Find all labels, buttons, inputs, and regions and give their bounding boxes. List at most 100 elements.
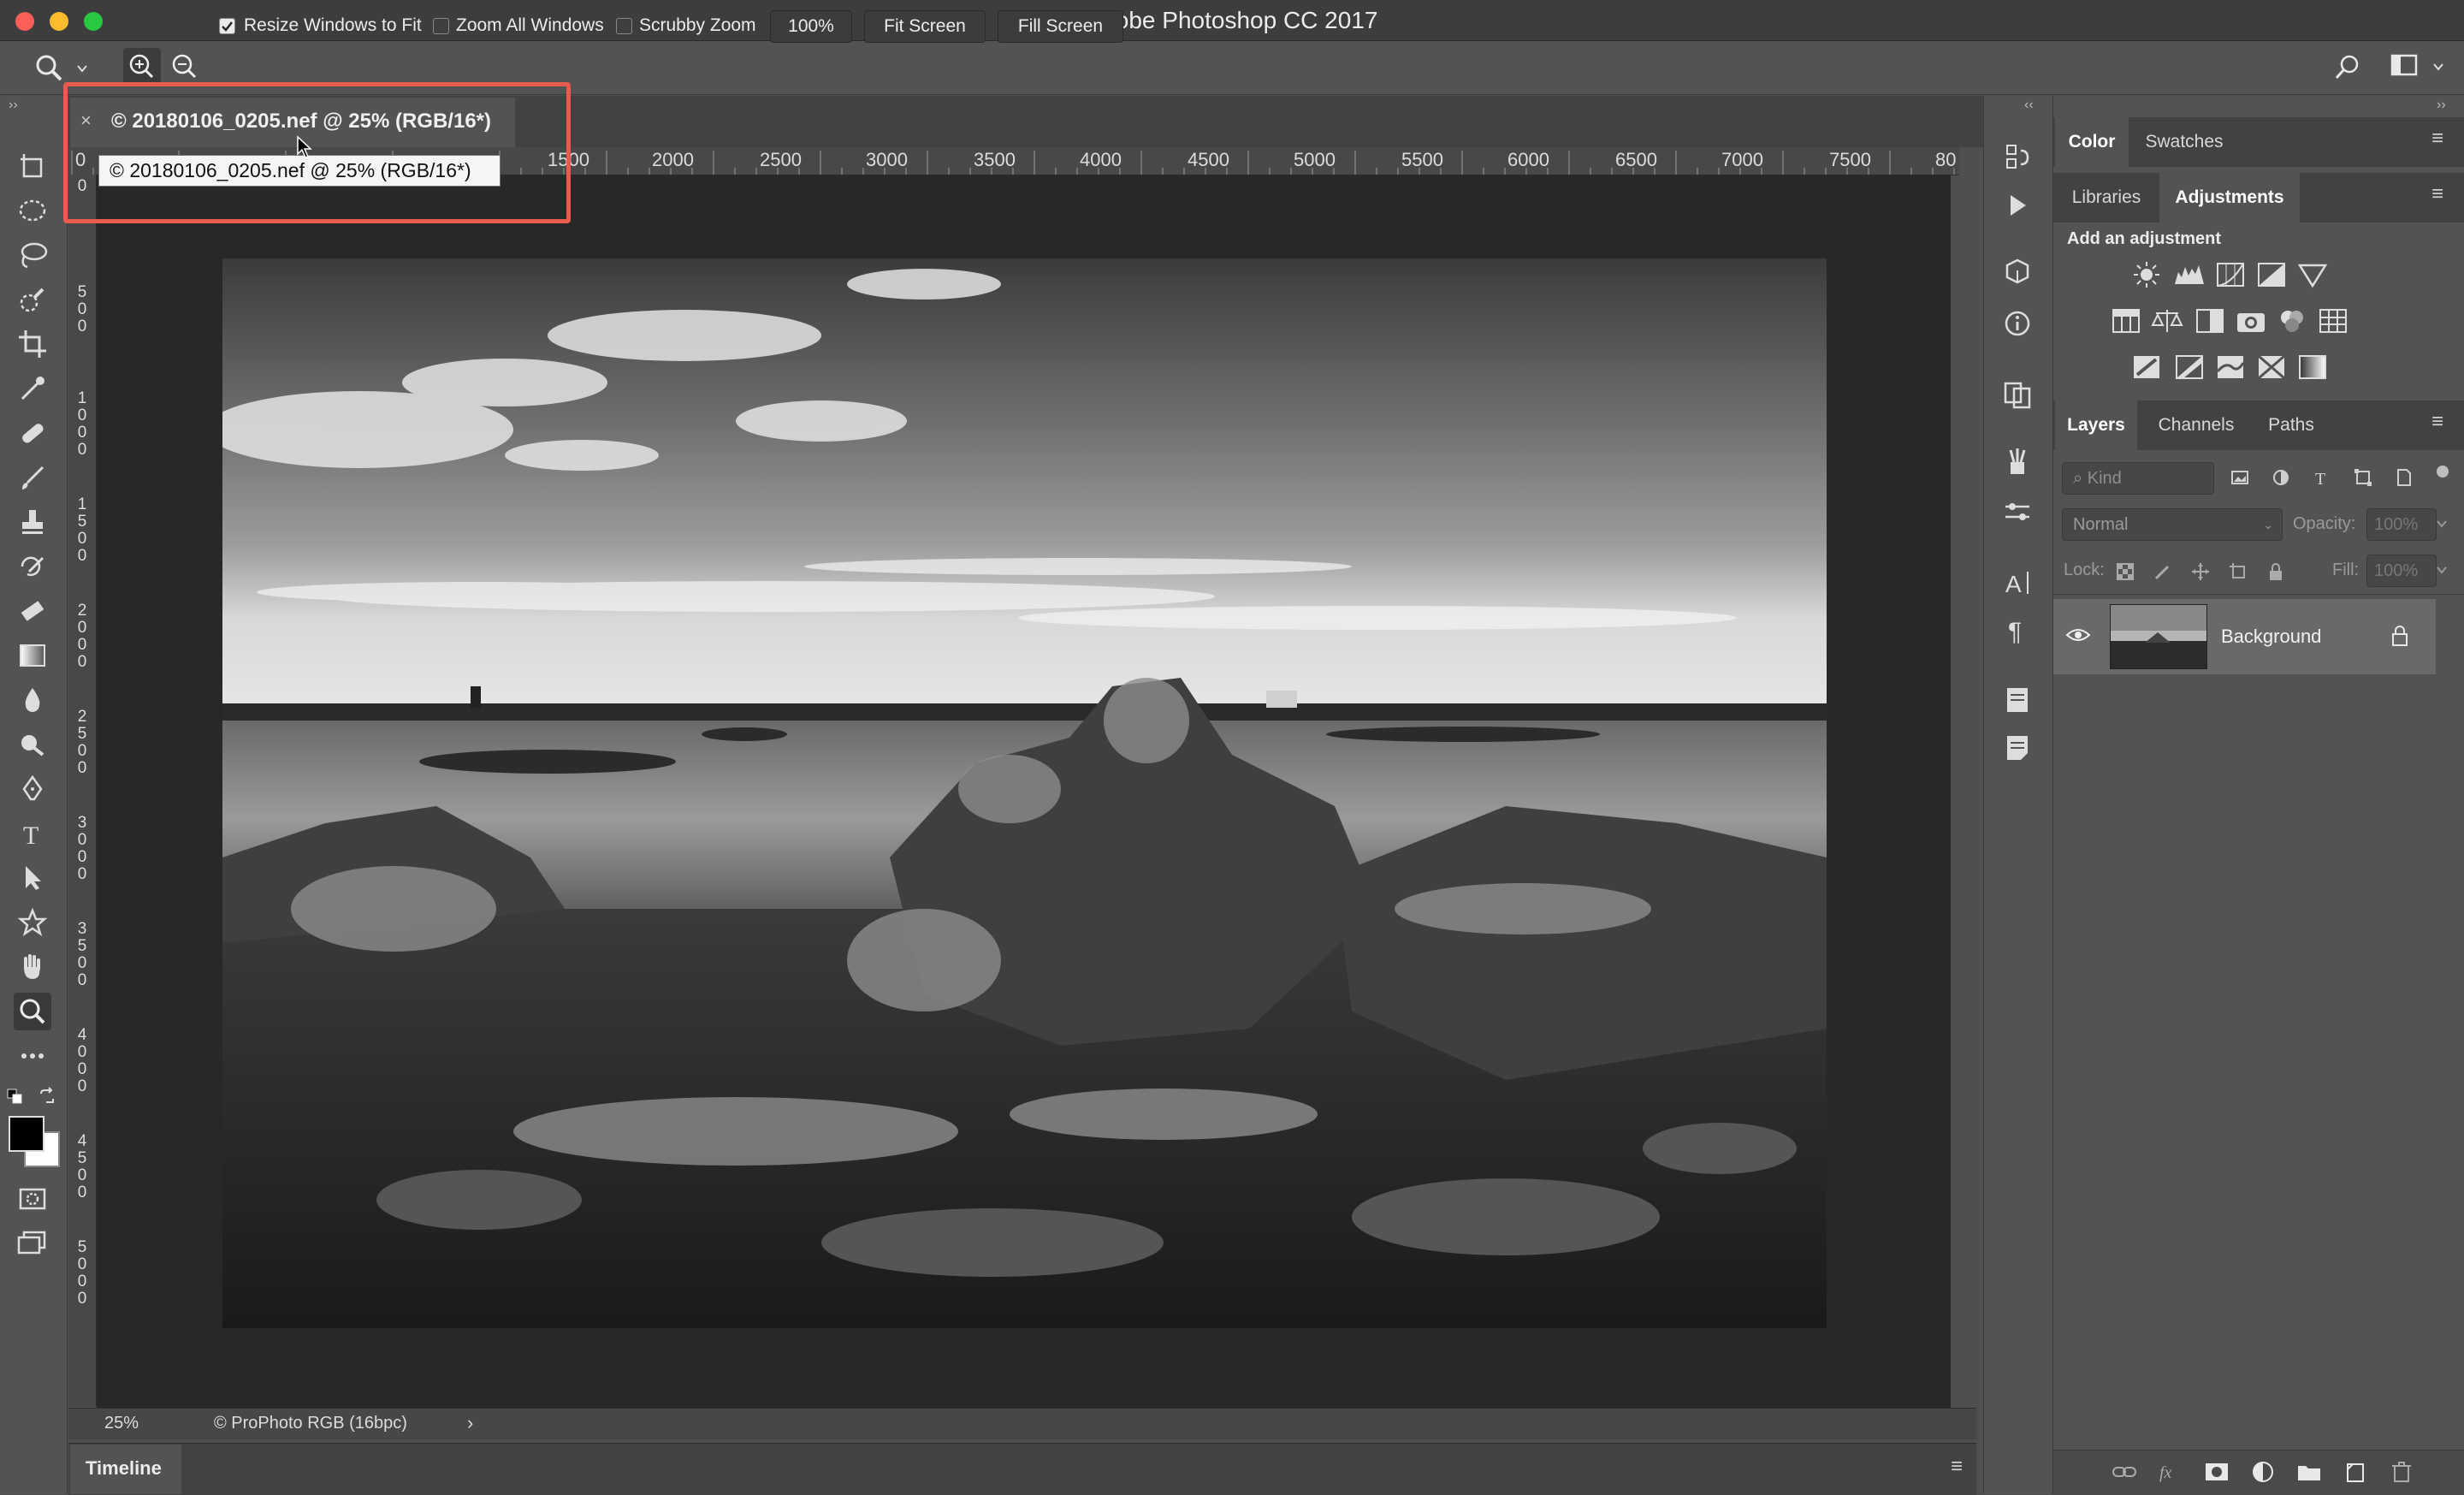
workspace-icon[interactable] — [2390, 53, 2420, 79]
eye-visibility-icon[interactable] — [2065, 625, 2091, 645]
default-colors-icon[interactable] — [7, 1089, 22, 1104]
layer-filter-kind[interactable]: ⌕ Kind — [2062, 462, 2214, 495]
swap-colors-icon[interactable] — [38, 1087, 56, 1106]
fill-field[interactable]: 100% — [2366, 555, 2437, 587]
brightness-contrast-button[interactable] — [2130, 260, 2163, 289]
hand-tool[interactable] — [14, 948, 51, 986]
blur-tool[interactable] — [14, 681, 51, 719]
eyedropper-tool[interactable] — [14, 370, 51, 407]
collapse-arrows-icon[interactable]: ›› — [9, 98, 18, 113]
zoom-tool[interactable] — [14, 993, 51, 1030]
panel-menu-icon[interactable]: ≡ — [2431, 127, 2443, 151]
lock-image-pixels-icon[interactable] — [2153, 561, 2173, 582]
panel-menu-icon[interactable]: ≡ — [2431, 410, 2443, 434]
tab-paths[interactable]: Paths — [2255, 400, 2327, 450]
screen-mode-button[interactable] — [14, 1224, 51, 1261]
collapse-arrows-icon[interactable]: ›› — [2437, 98, 2446, 113]
color-lookup-button[interactable] — [2317, 306, 2349, 335]
tab-channels[interactable]: Channels — [2139, 400, 2254, 450]
lock-artboard-icon[interactable] — [2228, 561, 2248, 582]
curves-button[interactable] — [2214, 260, 2247, 289]
trash-icon[interactable] — [2387, 1457, 2416, 1486]
tab-color[interactable]: Color — [2055, 117, 2129, 167]
threshold-button[interactable] — [2214, 353, 2247, 382]
invert-button[interactable] — [2130, 353, 2163, 382]
custom-shape-tool[interactable] — [14, 904, 51, 941]
posterize-button[interactable] — [2173, 353, 2206, 382]
properties-panel-button[interactable] — [1999, 681, 2036, 719]
paragraph-panel-button[interactable]: ¶ — [1999, 611, 2036, 649]
zoom-out-button[interactable] — [166, 48, 204, 86]
document-image[interactable] — [222, 258, 1827, 1328]
color-balance-button[interactable] — [2151, 306, 2183, 335]
filter-toggle[interactable] — [2437, 466, 2449, 478]
zoom-tool-preset-icon[interactable] — [34, 53, 63, 82]
new-adjustment-layer-icon[interactable] — [2248, 1457, 2277, 1486]
status-menu-arrow-icon[interactable]: › — [467, 1412, 473, 1434]
chevron-down-icon[interactable] — [75, 62, 89, 75]
vertical-ruler[interactable]: 0500100015002000250030003500400045005000 — [68, 175, 97, 1407]
gradient-tool[interactable] — [14, 637, 51, 674]
clone-source-panel-button[interactable] — [1999, 375, 2036, 412]
lasso-tool[interactable] — [14, 236, 51, 274]
panel-menu-icon[interactable]: ≡ — [2431, 182, 2443, 206]
gradient-map-button[interactable] — [2296, 353, 2329, 382]
resize-windows-checkbox[interactable] — [219, 18, 235, 34]
adjustment-filter-icon[interactable] — [2271, 467, 2291, 488]
panel-menu-icon[interactable]: ≡ — [1951, 1455, 1963, 1479]
lock-all-icon[interactable] — [2266, 561, 2286, 582]
brush-presets-panel-button[interactable] — [1999, 443, 2036, 481]
chevron-down-icon[interactable] — [2431, 60, 2445, 74]
dodge-tool[interactable] — [14, 726, 51, 763]
vibrance-button[interactable] — [2296, 260, 2329, 289]
quick-selection-tool[interactable] — [14, 281, 51, 318]
new-group-icon[interactable] — [2295, 1457, 2324, 1486]
search-icon[interactable] — [2332, 51, 2363, 82]
fill-screen-button[interactable]: Fill Screen — [998, 10, 1123, 43]
blend-mode-select[interactable]: Normal ⌄ — [2062, 508, 2283, 541]
clone-stamp-tool[interactable] — [14, 503, 51, 541]
collapse-arrows-icon[interactable]: ‹‹ — [2024, 98, 2034, 113]
new-layer-icon[interactable] — [2341, 1457, 2370, 1486]
lock-transparent-pixels-icon[interactable] — [2115, 561, 2135, 582]
layer-name[interactable]: Background — [2221, 626, 2321, 648]
brush-settings-panel-button[interactable] — [1999, 493, 2036, 531]
exposure-button[interactable] — [2255, 260, 2288, 289]
chevron-down-icon[interactable] — [2435, 563, 2449, 577]
artboard-tool[interactable] — [14, 147, 51, 185]
lock-position-icon[interactable] — [2190, 561, 2211, 582]
selective-color-button[interactable] — [2255, 353, 2288, 382]
smart-object-filter-icon[interactable] — [2394, 467, 2414, 488]
zoom-100-button[interactable]: 100% — [770, 10, 852, 43]
character-panel-button[interactable]: A — [1999, 563, 2036, 601]
pen-tool[interactable] — [14, 770, 51, 808]
type-tool[interactable]: T — [14, 815, 51, 852]
type-filter-icon[interactable]: T — [2312, 467, 2332, 488]
shape-filter-icon[interactable] — [2353, 467, 2373, 488]
link-layers-icon[interactable] — [2110, 1457, 2139, 1486]
channel-mixer-button[interactable] — [2276, 306, 2308, 335]
scrubby-zoom-checkbox[interactable] — [616, 18, 632, 34]
tab-adjustments[interactable]: Adjustments — [2159, 173, 2300, 222]
tab-swatches[interactable]: Swatches — [2130, 117, 2238, 167]
black-white-button[interactable] — [2194, 306, 2226, 335]
image-filter-icon[interactable] — [2230, 467, 2250, 488]
eraser-tool[interactable] — [14, 592, 51, 630]
notes-panel-button[interactable] — [1999, 729, 2036, 767]
tab-layers[interactable]: Layers — [2055, 400, 2137, 450]
3d-panel-button[interactable] — [1999, 253, 2036, 291]
crop-tool[interactable] — [14, 325, 51, 363]
chevron-down-icon[interactable] — [2435, 517, 2449, 531]
zoom-in-button[interactable] — [123, 48, 161, 86]
opacity-field[interactable]: 100% — [2366, 508, 2437, 541]
hue-saturation-button[interactable] — [2110, 306, 2142, 335]
zoom-level[interactable]: 25% — [104, 1414, 139, 1433]
marquee-tool[interactable] — [14, 192, 51, 229]
foreground-color-swatch[interactable] — [9, 1116, 44, 1152]
tab-libraries[interactable]: Libraries — [2055, 173, 2158, 222]
path-selection-tool[interactable] — [14, 859, 51, 897]
photo-filter-button[interactable] — [2235, 306, 2267, 335]
info-panel-button[interactable] — [1999, 305, 2036, 342]
history-panel-button[interactable] — [1999, 139, 2036, 176]
zoom-all-windows-checkbox[interactable] — [433, 18, 449, 34]
